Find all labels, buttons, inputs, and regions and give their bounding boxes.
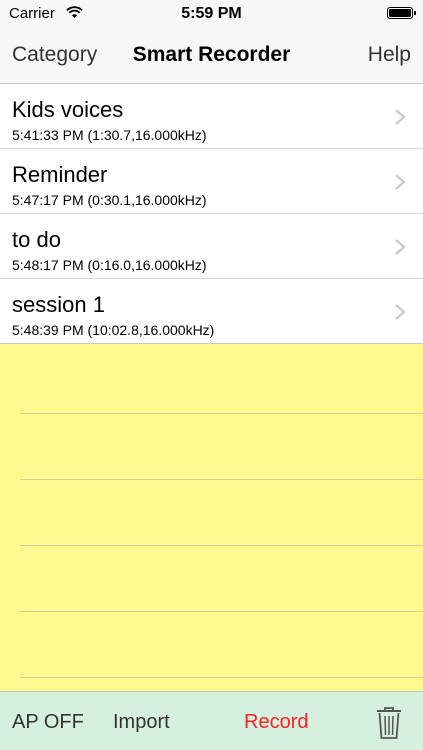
recording-name: session 1 (12, 292, 105, 317)
status-bar: Carrier 5:59 PM (0, 0, 423, 26)
recording-row[interactable]: session 1 5:48:39 PM (10:02.8,16.000kHz) (0, 279, 423, 344)
recording-meta: 5:48:17 PM (0:16.0,16.000kHz) (12, 257, 207, 273)
notepad-line (20, 413, 423, 414)
recordings-list: Kids voices 5:41:33 PM (1:30.7,16.000kHz… (0, 84, 423, 344)
ap-toggle-button[interactable]: AP OFF (12, 711, 84, 734)
import-button[interactable]: Import (113, 711, 170, 734)
notepad-line (20, 545, 423, 546)
chevron-right-icon (395, 304, 406, 320)
recording-name: to do (12, 227, 61, 252)
help-button[interactable]: Help (368, 43, 411, 67)
notepad-area (0, 348, 423, 691)
chevron-right-icon (395, 174, 406, 190)
recording-name: Reminder (12, 162, 108, 187)
chevron-right-icon (395, 239, 406, 255)
chevron-right-icon (395, 109, 406, 125)
trash-icon[interactable] (374, 706, 404, 740)
status-time: 5:59 PM (181, 5, 242, 22)
navigation-bar: Category Smart Recorder Help (0, 26, 423, 84)
recording-meta: 5:41:33 PM (1:30.7,16.000kHz) (12, 127, 207, 143)
bottom-toolbar: AP OFF Import Record (0, 691, 423, 750)
recording-row[interactable]: to do 5:48:17 PM (0:16.0,16.000kHz) (0, 214, 423, 279)
recording-row[interactable]: Kids voices 5:41:33 PM (1:30.7,16.000kHz… (0, 84, 423, 149)
recording-meta: 5:47:17 PM (0:30.1,16.000kHz) (12, 192, 207, 208)
recording-row[interactable]: Reminder 5:47:17 PM (0:30.1,16.000kHz) (0, 149, 423, 214)
recording-meta: 5:48:39 PM (10:02.8,16.000kHz) (12, 322, 215, 338)
record-button[interactable]: Record (244, 711, 308, 734)
battery-icon (387, 7, 416, 19)
notepad-line (20, 479, 423, 480)
notepad-line (20, 677, 423, 678)
notepad-line (20, 611, 423, 612)
category-button[interactable]: Category (12, 43, 97, 67)
recording-name: Kids voices (12, 97, 124, 122)
